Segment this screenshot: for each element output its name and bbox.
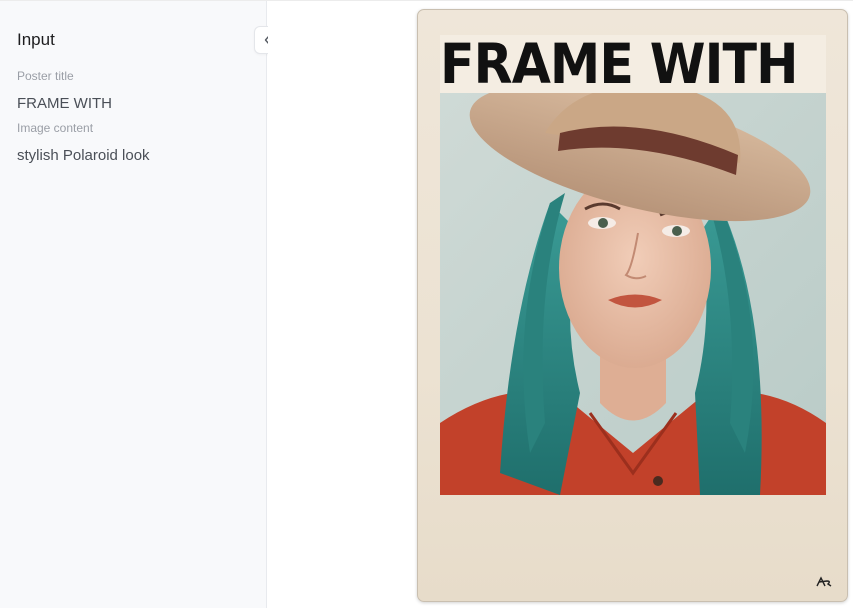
- poster-title-text: FRAME WITH: [440, 35, 796, 93]
- portrait-illustration: [440, 93, 826, 495]
- signature-icon: [816, 576, 832, 587]
- image-content-label: Image content: [17, 121, 94, 135]
- poster-title-value[interactable]: FRAME WITH: [17, 95, 112, 112]
- signature-mark: [815, 575, 833, 593]
- poster-preview: FRAME WITH: [417, 9, 848, 602]
- input-sidebar: Input Poster title FRAME WITH Image cont…: [0, 1, 283, 608]
- poster-title-label: Poster title: [17, 69, 74, 83]
- app-window: Input Poster title FRAME WITH Image cont…: [0, 0, 853, 608]
- image-content-value[interactable]: stylish Polaroid look: [17, 147, 150, 164]
- portrait-photo: [440, 93, 826, 495]
- sidebar-title: Input: [17, 30, 55, 49]
- poster-title-bar: FRAME WITH: [440, 35, 826, 93]
